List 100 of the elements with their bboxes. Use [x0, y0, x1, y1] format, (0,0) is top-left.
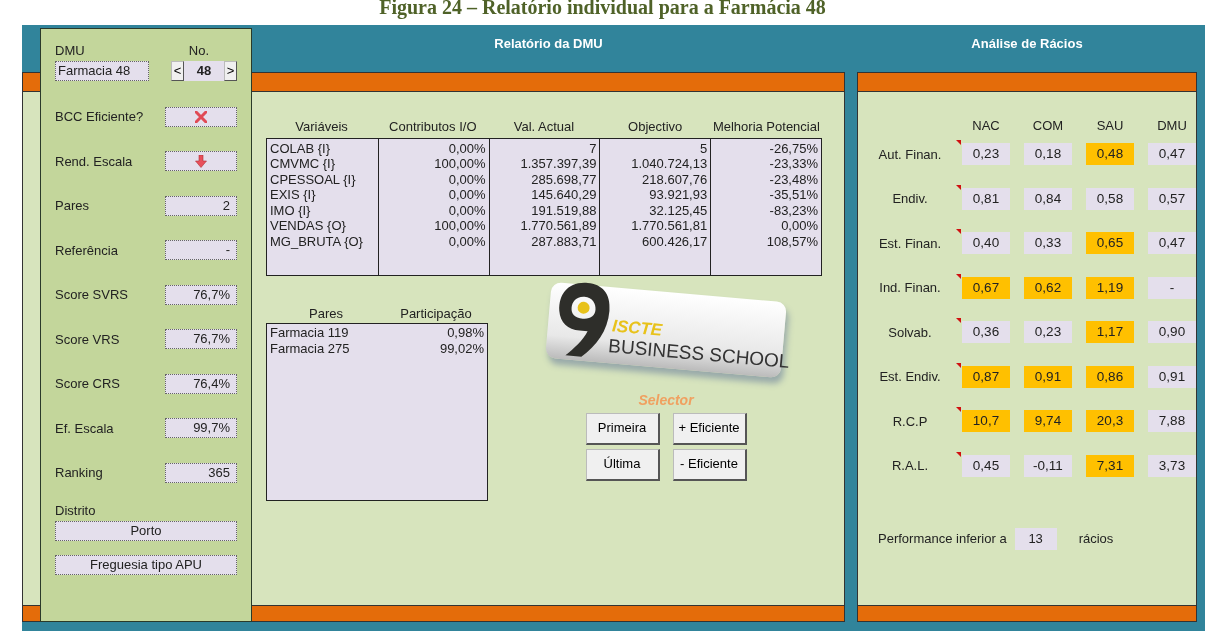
column-header: Val. Actual — [512, 118, 576, 136]
table-cell-text: -35,51% — [768, 187, 818, 203]
ratio-cell: 0,47 — [1148, 143, 1196, 166]
table-cell-text: IMO {I} — [270, 202, 312, 218]
table-cell-text: -83,23% — [768, 202, 818, 218]
next-button[interactable]: > — [224, 60, 237, 81]
ratio-cell: 0,90 — [1148, 321, 1196, 344]
table-cell-text: 100,00% — [433, 156, 486, 172]
selector-label: Selector — [638, 390, 694, 410]
previous-button[interactable]: < — [171, 60, 184, 81]
selector-button[interactable]: + Eficiente — [672, 412, 747, 445]
column-header: Objectivo — [627, 118, 684, 136]
performance-label: rácios — [1078, 530, 1114, 549]
ratio-cell: 0,23 — [1024, 321, 1072, 344]
table-cell-text: 0,00% — [447, 233, 486, 249]
column-header: COM — [1031, 117, 1065, 135]
ratio-cell: 0,87 — [962, 365, 1010, 388]
value-field: Freguesia tipo APU — [55, 554, 237, 575]
ratio-cell: 0,91 — [1148, 365, 1196, 388]
ratio-cell: 0,48 — [1086, 143, 1134, 166]
table-cell-text: 0,98% — [446, 325, 484, 341]
ratio-cell: - — [1148, 276, 1196, 299]
comment-marker-icon — [956, 318, 961, 324]
value-field: 13 — [1014, 528, 1057, 550]
table-cell-text: MG_BRUTA {O} — [270, 233, 364, 249]
ratio-cell: 10,7 — [962, 410, 1010, 433]
table-cell-text: 285.698,77 — [530, 171, 597, 187]
comment-marker-icon — [956, 229, 961, 235]
table-cell-text: 7 — [588, 140, 597, 156]
ratio-cell: 7,88 — [1148, 410, 1196, 433]
number-field[interactable]: 48 — [184, 60, 224, 81]
table-cell-text: VENDAS {O} — [270, 218, 347, 234]
ratio-cell: 0,47 — [1148, 232, 1196, 255]
column-header: Participação — [399, 304, 473, 323]
field-label: DMU — [55, 42, 85, 60]
table-cell-text: 1.040.724,13 — [630, 156, 708, 172]
panel-title: Relatório da DMU — [493, 35, 604, 53]
table-cell-text: 191.519,88 — [530, 202, 597, 218]
field-label: Pares — [55, 197, 89, 215]
table-cell-text: 0,00% — [447, 171, 486, 187]
performance-label: Performance inferior a — [878, 530, 1007, 549]
ratio-label: R.A.L. — [890, 457, 930, 475]
dmu-field[interactable]: Farmacia 48 — [55, 60, 149, 81]
field-label: No. — [188, 42, 209, 60]
panel-title: Análise de Rácios — [970, 35, 1084, 53]
ratio-cell: 0,18 — [1024, 143, 1072, 166]
table-cell-text: -23,33% — [768, 156, 818, 172]
comment-marker-icon — [956, 140, 961, 146]
column-header: Melhoria Potencial — [711, 118, 821, 136]
comment-marker-icon — [956, 362, 961, 368]
field-label: BCC Eficiente? — [55, 108, 144, 126]
column-header: SAU — [1095, 117, 1125, 135]
table-cell-text: 0,00% — [780, 218, 818, 234]
ratio-cell: 0,84 — [1024, 187, 1072, 210]
selector-button[interactable]: Última — [585, 448, 660, 481]
comment-marker-icon — [956, 407, 961, 413]
ratio-label: Ind. Finan. — [878, 279, 942, 297]
column-header: DMU — [1156, 117, 1188, 135]
ratio-cell: 9,74 — [1024, 410, 1072, 433]
ratio-label: Aut. Finan. — [877, 145, 943, 164]
table-cell: 99,02% — [439, 340, 484, 356]
ratio-cell: 0,57 — [1148, 187, 1196, 210]
column-header: NAC — [971, 117, 1001, 135]
ratio-label: Est. Finan. — [877, 234, 943, 253]
field-label: Score VRS — [55, 330, 120, 349]
table-cell-text: 0,00% — [447, 202, 486, 218]
comment-marker-icon — [956, 184, 961, 190]
ratio-cell: 0,62 — [1024, 276, 1072, 299]
field-label: Rend. Escala — [55, 152, 133, 171]
value-field: 76,7% — [165, 329, 237, 350]
table-cell-text: 1.770.561,89 — [519, 218, 597, 234]
table-cell-text: 218.607,76 — [641, 171, 708, 187]
ratio-label: Endiv. — [891, 190, 929, 208]
down-arrow-icon — [195, 154, 207, 168]
value-field: 76,7% — [165, 284, 237, 305]
ratio-label: R.C.P — [891, 412, 929, 431]
selector-button[interactable]: Primeira — [585, 412, 660, 445]
value-field: 2 — [165, 195, 237, 216]
table-cell-text: 0,00% — [447, 140, 486, 156]
value-field: 99,7% — [165, 418, 237, 439]
ratio-cell: -0,11 — [1024, 454, 1072, 477]
value-field: Porto — [55, 520, 237, 541]
table-cell-text: 32.125,45 — [648, 202, 708, 218]
ratio-cell: 0,40 — [962, 232, 1010, 255]
table-cell-text: EXIS {I} — [270, 187, 317, 203]
table-cell-text: 287.883,71 — [530, 233, 597, 249]
table-cell-text: 0,00% — [447, 187, 486, 203]
ratio-cell: 1,19 — [1086, 276, 1134, 299]
table-cell-text: CPESSOAL {I} — [270, 171, 357, 187]
value-field: 365 — [165, 462, 237, 483]
ratio-cell: 0,65 — [1086, 232, 1134, 255]
ratio-cell: 3,73 — [1148, 454, 1196, 477]
selector-button[interactable]: - Eficiente — [672, 448, 747, 481]
field-label: Score CRS — [55, 375, 121, 393]
column-header: Variáveis — [294, 118, 349, 136]
ratio-cell: 0,91 — [1024, 365, 1072, 388]
field-label: Ranking — [55, 464, 103, 482]
ratio-cell: 0,86 — [1086, 365, 1134, 388]
value-field: - — [165, 240, 237, 261]
field-label: Referência — [55, 241, 118, 260]
